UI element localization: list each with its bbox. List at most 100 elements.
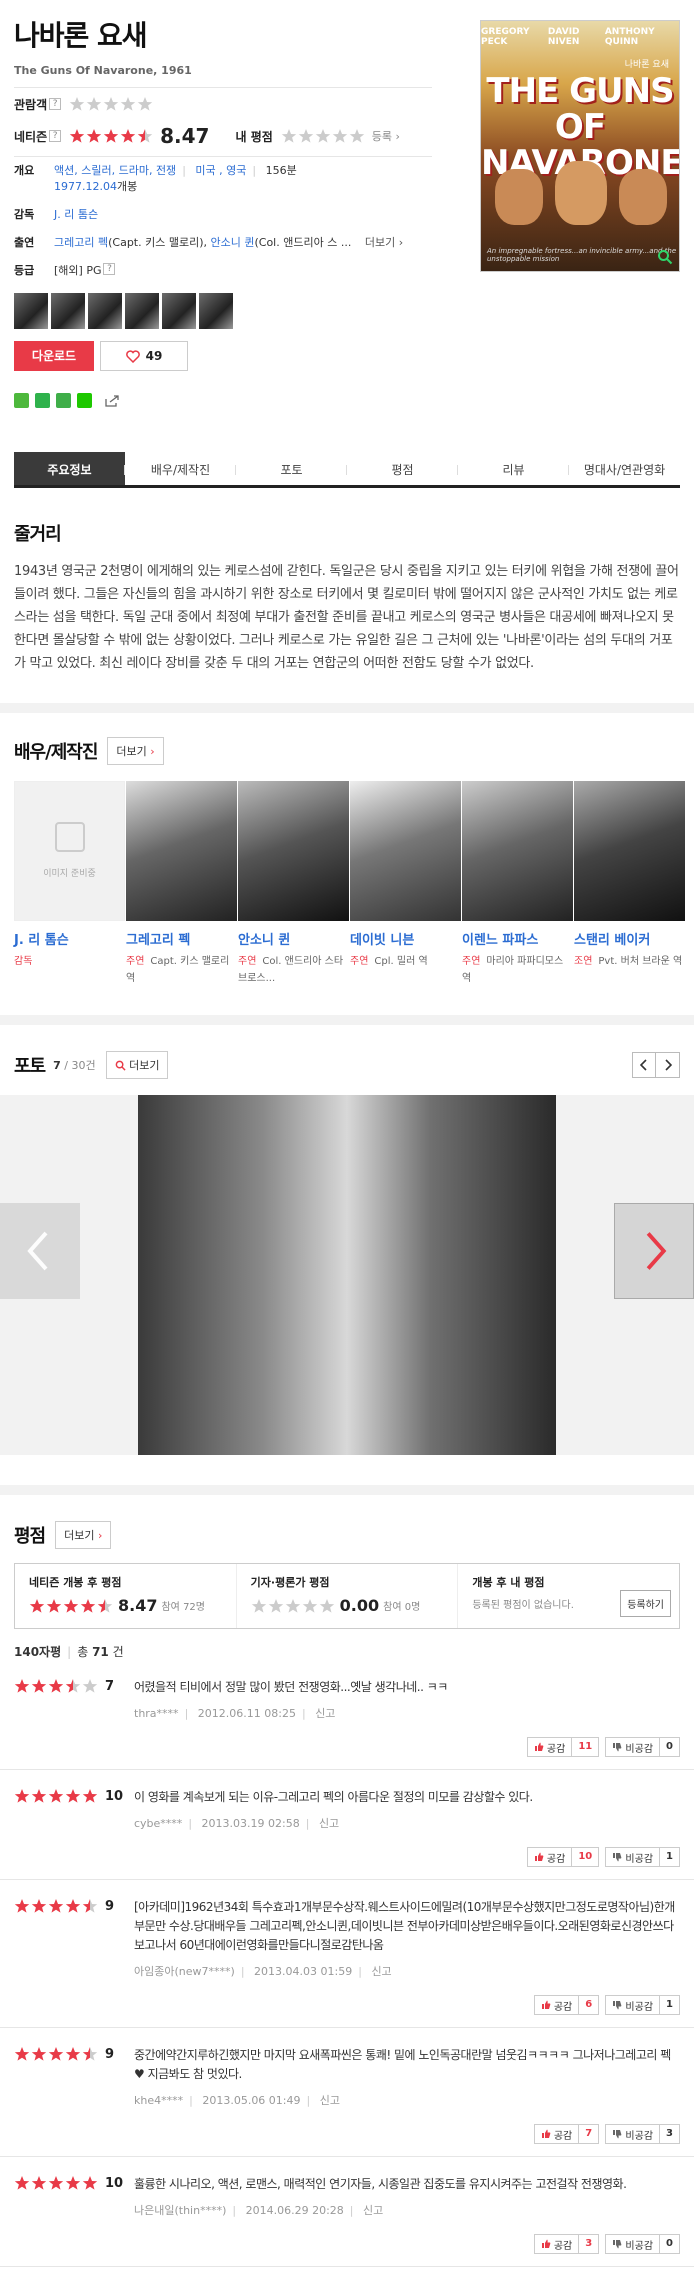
help-icon[interactable]: ? bbox=[49, 98, 62, 110]
cast-more-link[interactable]: 더보기 › bbox=[365, 236, 403, 249]
report-link[interactable]: 신고 bbox=[315, 1707, 335, 1720]
review-user[interactable]: khe4**** bbox=[134, 2094, 183, 2107]
antipathy-button[interactable]: 비공감 1 bbox=[605, 1847, 680, 1867]
chevron-left-icon bbox=[640, 1059, 647, 1071]
review-meta: 아임종아(new7****) | 2013.04.03 01:59 | 신고 bbox=[134, 1965, 392, 1978]
still-thumbnail[interactable] bbox=[199, 293, 233, 329]
photo-more-button[interactable]: 더보기 bbox=[105, 1051, 169, 1079]
pre-release-summary: 개봉 후 내 평점 등록된 평점이 없습니다. 등록하기 bbox=[458, 1564, 679, 1628]
report-link[interactable]: 신고 bbox=[320, 2094, 340, 2107]
sympathy-button[interactable]: 공감 3 bbox=[533, 2234, 600, 2254]
sympathy-button[interactable]: 공감 7 bbox=[533, 2124, 600, 2144]
gallery-next-button[interactable] bbox=[614, 1203, 694, 1299]
still-thumbnail[interactable] bbox=[125, 293, 159, 329]
share-icon[interactable] bbox=[104, 394, 120, 408]
runtime: 156분 bbox=[265, 164, 297, 177]
netizen-stars bbox=[69, 128, 154, 144]
cafe-share-icon[interactable] bbox=[35, 393, 50, 408]
release-date-link[interactable]: 1977.12.04 bbox=[54, 180, 117, 193]
star-icon bbox=[48, 2176, 64, 2190]
cast-more-button[interactable]: 더보기 › bbox=[107, 737, 164, 765]
section-divider bbox=[0, 1485, 694, 1495]
like-button[interactable]: 49 bbox=[100, 341, 188, 371]
zoom-icon[interactable] bbox=[657, 249, 673, 265]
still-thumbnail[interactable] bbox=[51, 293, 85, 329]
cast-person[interactable]: 데이빗 니븐 주연 Cpl. 밀러 역 bbox=[350, 781, 461, 987]
review-item: 10 이 영화를 계속보게 되는 이유-그레고리 펙의 아름다운 절정의 미모를… bbox=[0, 1770, 694, 1880]
register-rating-button[interactable]: 등록하기 bbox=[620, 1590, 672, 1617]
person-name[interactable]: J. 리 톰슨 bbox=[14, 929, 125, 948]
person-photo bbox=[462, 781, 573, 921]
person-name[interactable]: 이렌느 파파스 bbox=[462, 929, 573, 948]
my-rating-stars[interactable] bbox=[281, 128, 366, 144]
country-link[interactable]: 미국 , 영국 bbox=[195, 164, 246, 177]
help-icon[interactable]: ? bbox=[49, 130, 62, 142]
thumbs-down-icon bbox=[613, 1742, 622, 1751]
genre-link[interactable]: 액션, 스릴러, 드라마, 전쟁 bbox=[54, 164, 176, 177]
antipathy-button[interactable]: 비공감 0 bbox=[605, 2234, 680, 2254]
report-link[interactable]: 신고 bbox=[371, 1965, 391, 1978]
tab-quotes[interactable]: 명대사/연관영화 bbox=[569, 452, 680, 485]
antipathy-button[interactable]: 비공감 0 bbox=[605, 1737, 680, 1757]
movie-poster[interactable]: GREGORY PECK DAVID NIVEN ANTHONY QUINN 나바론… bbox=[480, 20, 680, 272]
person-name[interactable]: 스탠리 베이커 bbox=[574, 929, 685, 948]
director-link[interactable]: J. 리 톰슨 bbox=[54, 207, 98, 223]
person-name[interactable]: 데이빗 니븐 bbox=[350, 929, 461, 948]
review-user[interactable]: cybe**** bbox=[134, 1817, 182, 1830]
cast-person[interactable]: 안소니 퀸 주연 Col. 앤드리아 스타브로스... bbox=[238, 781, 349, 987]
gallery-prev-button[interactable] bbox=[0, 1203, 80, 1299]
star-icon bbox=[137, 97, 153, 111]
sympathy-button[interactable]: 공감 6 bbox=[533, 1995, 600, 2015]
cast-link-2[interactable]: 안소니 퀸 bbox=[211, 236, 255, 249]
review-date: 2013.04.03 01:59 bbox=[254, 1965, 353, 1978]
cast-person[interactable]: 이미지 준비중 J. 리 톰슨 감독 bbox=[14, 781, 125, 987]
person-name[interactable]: 그레고리 펙 bbox=[126, 929, 237, 948]
next-button[interactable] bbox=[656, 1052, 680, 1078]
review-score: 9 bbox=[105, 2046, 115, 2062]
tab-rating[interactable]: 평점 bbox=[347, 452, 458, 485]
review-votes: 공감 7 비공감 3 bbox=[14, 2124, 680, 2144]
report-link[interactable]: 신고 bbox=[363, 2204, 383, 2217]
netizen-label: 네티즌 bbox=[14, 129, 48, 144]
rating-more-button[interactable]: 더보기 › bbox=[55, 1521, 112, 1549]
cast-section-title: 배우/제작진 bbox=[14, 742, 98, 763]
cast-link-1[interactable]: 그레고리 펙 bbox=[54, 236, 108, 249]
sympathy-button[interactable]: 공감 11 bbox=[526, 1737, 600, 1757]
review-stars bbox=[14, 2046, 99, 2062]
cast-person[interactable]: 그레고리 펙 주연 Capt. 키스 맬로리 역 bbox=[126, 781, 237, 987]
photo-section: 포토 7 / 30건 더보기 bbox=[0, 1025, 694, 1455]
no-image-icon bbox=[55, 822, 85, 852]
antipathy-button[interactable]: 비공감 1 bbox=[605, 1995, 680, 2015]
tab-main-info[interactable]: 주요정보 bbox=[14, 452, 125, 485]
cast-person[interactable]: 스탠리 베이커 조연 Pvt. 버처 브라운 역 bbox=[574, 781, 685, 987]
star-icon bbox=[65, 1679, 81, 1693]
blog-share-icon[interactable] bbox=[14, 393, 29, 408]
cast-person[interactable]: 이렌느 파파스 주연 마리아 파파디모스 역 bbox=[462, 781, 573, 987]
tab-photo[interactable]: 포토 bbox=[236, 452, 347, 485]
share-bar bbox=[14, 393, 680, 408]
tab-cast-crew[interactable]: 배우/제작진 bbox=[125, 452, 236, 485]
thumbs-down-icon bbox=[613, 1852, 622, 1861]
poster-credits: GREGORY PECK DAVID NIVEN ANTHONY QUINN bbox=[481, 27, 655, 47]
still-thumbnail[interactable] bbox=[14, 293, 48, 329]
help-icon[interactable]: ? bbox=[103, 263, 116, 275]
sympathy-button[interactable]: 공감 10 bbox=[526, 1847, 600, 1867]
band-share-icon[interactable] bbox=[56, 393, 71, 408]
review-item: 9 [아카데미]1962년34회 특수효과1개부문수상작.웨스트사이드에밀려(1… bbox=[0, 1880, 694, 2028]
netizen-summary: 네티즌 개봉 후 평점 8.47 참여 72명 bbox=[15, 1564, 237, 1628]
still-thumbnail[interactable] bbox=[88, 293, 122, 329]
rating-summary: 네티즌 개봉 후 평점 8.47 참여 72명 기자·평론가 평점 0.00 참… bbox=[14, 1563, 680, 1629]
still-thumbnail[interactable] bbox=[162, 293, 196, 329]
download-button[interactable]: 다운로드 bbox=[14, 341, 94, 371]
review-user[interactable]: 아임종아(new7****) bbox=[134, 1965, 235, 1978]
movie-still[interactable] bbox=[138, 1095, 556, 1455]
register-rating-link[interactable]: 등록 › bbox=[372, 128, 400, 144]
tab-review[interactable]: 리뷰 bbox=[458, 452, 569, 485]
person-name[interactable]: 안소니 퀸 bbox=[238, 929, 349, 948]
prev-button[interactable] bbox=[632, 1052, 656, 1078]
review-user[interactable]: thra**** bbox=[134, 1707, 179, 1720]
antipathy-button[interactable]: 비공감 3 bbox=[605, 2124, 680, 2144]
line-share-icon[interactable] bbox=[77, 393, 92, 408]
review-user[interactable]: 나은내일(thin****) bbox=[134, 2204, 226, 2217]
report-link[interactable]: 신고 bbox=[319, 1817, 339, 1830]
